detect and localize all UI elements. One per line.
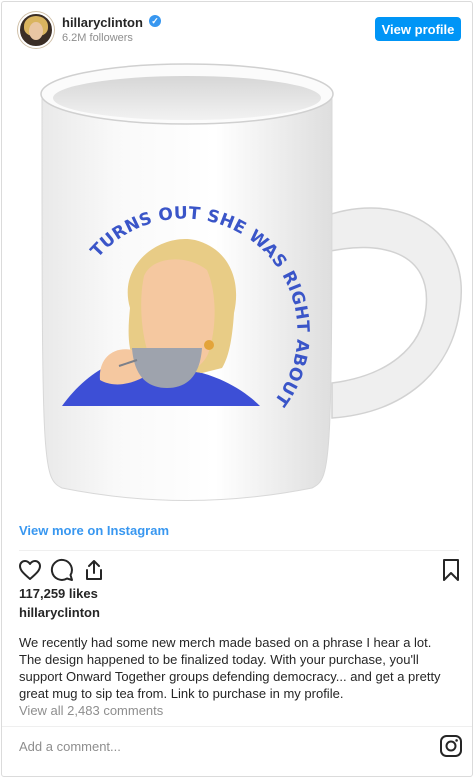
like-count: 117,259 likes xyxy=(19,586,98,601)
share-icon[interactable] xyxy=(82,558,106,582)
bookmark-icon[interactable] xyxy=(439,558,463,582)
mug-handle xyxy=(319,207,463,419)
follower-count: 6.2M followers xyxy=(62,32,133,44)
divider xyxy=(19,550,459,551)
comment-icon[interactable] xyxy=(50,558,74,582)
post-header: hillaryclinton ✓ 6.2M followers View pro… xyxy=(2,2,472,58)
mug-photo: TURNS OUT SHE WAS RIGHT ABOUT EVERYTHING xyxy=(2,58,463,501)
add-comment-input[interactable]: Add a comment... xyxy=(19,739,121,754)
post-image[interactable]: TURNS OUT SHE WAS RIGHT ABOUT EVERYTHING xyxy=(2,58,472,512)
instagram-embed-card: hillaryclinton ✓ 6.2M followers View pro… xyxy=(1,1,473,777)
verified-badge-icon: ✓ xyxy=(149,15,161,27)
view-profile-button[interactable]: View profile xyxy=(375,17,461,41)
action-bar xyxy=(2,552,472,586)
divider xyxy=(2,726,472,727)
post-caption: We recently had some new merch made base… xyxy=(19,635,441,701)
avatar-face xyxy=(29,22,43,40)
avatar[interactable] xyxy=(18,12,54,48)
mug-rim-inner xyxy=(53,76,321,120)
view-more-on-instagram-link[interactable]: View more on Instagram xyxy=(19,523,169,538)
instagram-icon[interactable] xyxy=(439,734,463,758)
figure-earring xyxy=(204,340,214,350)
view-all-comments-link[interactable]: View all 2,483 comments xyxy=(19,703,163,718)
post-author-link[interactable]: hillaryclinton xyxy=(19,605,100,620)
heart-icon[interactable] xyxy=(18,558,42,582)
username-link[interactable]: hillaryclinton xyxy=(62,15,143,30)
